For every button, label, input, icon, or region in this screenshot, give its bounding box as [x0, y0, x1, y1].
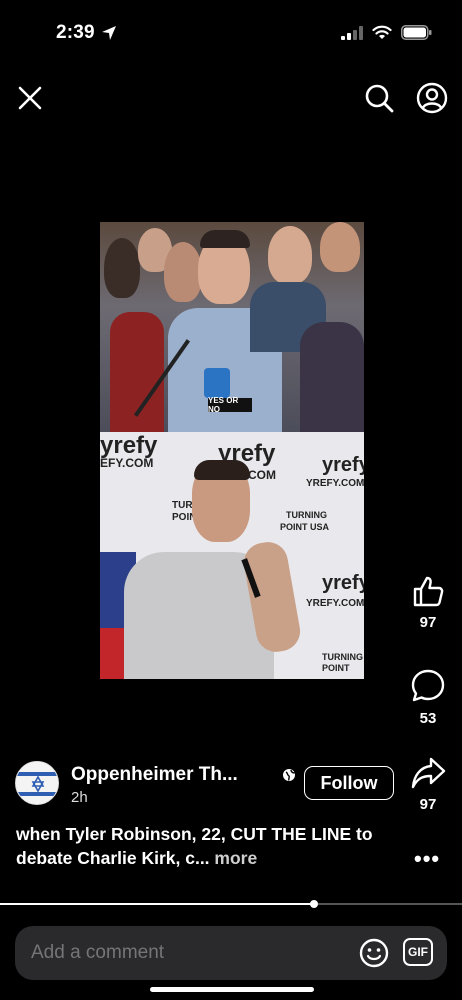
location-arrow-icon	[101, 26, 116, 40]
emoji-button[interactable]	[359, 938, 389, 973]
home-indicator	[150, 987, 314, 992]
backdrop-url: COM	[248, 468, 276, 482]
crowd-person	[164, 242, 202, 302]
flag-avatar-image	[16, 762, 58, 804]
video-progress-scrubber[interactable]	[310, 900, 318, 908]
like-button[interactable]: 97	[408, 574, 448, 631]
crowd-person	[104, 238, 140, 298]
profile-icon	[416, 82, 448, 114]
share-button[interactable]: 97	[408, 756, 448, 813]
search-button[interactable]	[363, 82, 395, 114]
backdrop-logo: yrefy	[322, 454, 364, 476]
backdrop-turning-point: POINT	[322, 663, 350, 673]
follow-button[interactable]: Follow	[304, 766, 394, 800]
comment-bubble-icon	[411, 669, 445, 702]
crowd-person	[300, 322, 364, 432]
backdrop-url: YREFY.COM	[306, 478, 364, 489]
backdrop-logo: yrefy	[322, 572, 364, 594]
more-link[interactable]: more	[214, 848, 257, 868]
backdrop-turning-point: POINT USA	[280, 522, 330, 532]
battery-icon	[401, 25, 432, 40]
search-icon	[365, 84, 394, 113]
cellular-signal-icon	[341, 25, 363, 40]
status-time: 2:39	[56, 22, 117, 44]
speaker-hair	[200, 230, 250, 248]
smiley-icon	[359, 938, 389, 968]
backdrop-turning-point: TURNING	[286, 510, 327, 520]
speaker-hair	[194, 460, 250, 480]
video-progress-fill	[0, 903, 314, 905]
share-arrow-icon	[411, 757, 446, 789]
comment-input[interactable]	[31, 942, 331, 964]
caption-text: when Tyler Robinson, 22, CUT THE LINE to…	[16, 824, 373, 868]
comment-count: 53	[419, 710, 437, 727]
video-progress-bar[interactable]	[0, 900, 462, 908]
status-time-text: 2:39	[56, 22, 95, 43]
globe-icon	[283, 769, 295, 781]
backdrop-url: EFY.COM	[100, 456, 154, 470]
wifi-icon	[372, 25, 392, 39]
post-timestamp: 2h	[71, 789, 88, 806]
status-icons	[341, 25, 432, 40]
close-button[interactable]	[16, 84, 44, 112]
like-count: 97	[419, 614, 437, 631]
video-frame-speaker: yrefy EFY.COM yrefy COM yrefy YREFY.COM …	[100, 432, 364, 679]
thumbs-up-icon	[413, 576, 444, 607]
crowd-person	[268, 226, 312, 284]
share-count: 97	[419, 796, 437, 813]
author-avatar[interactable]	[15, 761, 59, 805]
author-name[interactable]: Oppenheimer Th...	[71, 764, 238, 786]
post-caption[interactable]: when Tyler Robinson, 22, CUT THE LINE to…	[16, 822, 396, 870]
sign-text: YES OR NO	[208, 396, 252, 414]
backdrop-turning-point: TURNING	[322, 652, 363, 662]
crowd-person	[320, 222, 360, 272]
video-player[interactable]: YES OR NO yrefy EFY.COM yrefy COM yref y …	[100, 222, 364, 679]
comment-bar: GIF	[15, 926, 447, 980]
close-icon	[18, 86, 42, 110]
comment-button[interactable]: 53	[408, 668, 448, 727]
cup	[204, 368, 230, 398]
backdrop-url: YREFY.COM	[306, 598, 364, 609]
video-frame-crowd: YES OR NO	[100, 222, 364, 432]
more-options-button[interactable]: •••	[414, 846, 440, 872]
profile-button[interactable]	[416, 82, 448, 114]
gif-button[interactable]: GIF	[403, 938, 433, 966]
